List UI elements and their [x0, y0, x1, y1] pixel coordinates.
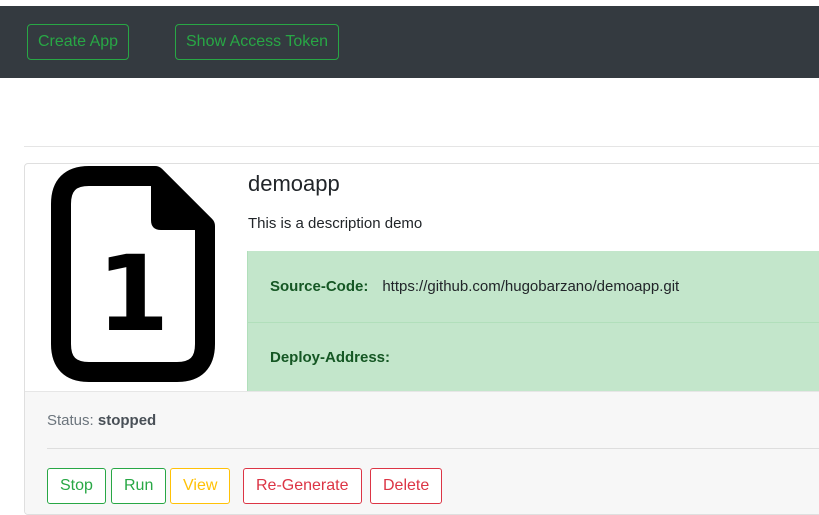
- delete-button[interactable]: Delete: [370, 468, 443, 504]
- create-app-button[interactable]: Create App: [27, 24, 130, 60]
- app-name: demoapp: [248, 171, 340, 196]
- status-label: Status:: [47, 412, 94, 429]
- top-navbar: Create App Show Access Token: [0, 6, 819, 78]
- view-button[interactable]: View: [170, 468, 231, 504]
- status-line: Status: stopped: [47, 412, 156, 429]
- source-code-url: https://github.com/hugobarzano/demoapp.g…: [382, 277, 680, 295]
- app-card-footer: Status: stopped Stop Run View Re-Generat…: [25, 391, 819, 514]
- app-description: This is a description demo: [248, 215, 423, 232]
- footer-divider: [47, 448, 819, 449]
- show-access-token-button[interactable]: Show Access Token: [175, 24, 340, 60]
- app-details-box: Source-Code: https://github.com/hugobarz…: [247, 251, 819, 392]
- stop-button[interactable]: Stop: [47, 468, 106, 504]
- icon-number: 1: [97, 233, 169, 355]
- app-card: 1 demoapp This is a description demo Sou…: [24, 163, 819, 515]
- deploy-address-row: Deploy-Address:: [248, 322, 819, 392]
- regenerate-button[interactable]: Re-Generate: [243, 468, 362, 504]
- source-code-label: Source-Code:: [270, 277, 369, 295]
- section-divider: [24, 146, 819, 147]
- source-code-row: Source-Code: https://github.com/hugobarz…: [248, 251, 819, 321]
- status-value: stopped: [97, 412, 157, 429]
- file-number-1-icon: 1: [51, 166, 215, 382]
- deploy-address-label: Deploy-Address:: [270, 349, 391, 366]
- run-button[interactable]: Run: [111, 468, 167, 504]
